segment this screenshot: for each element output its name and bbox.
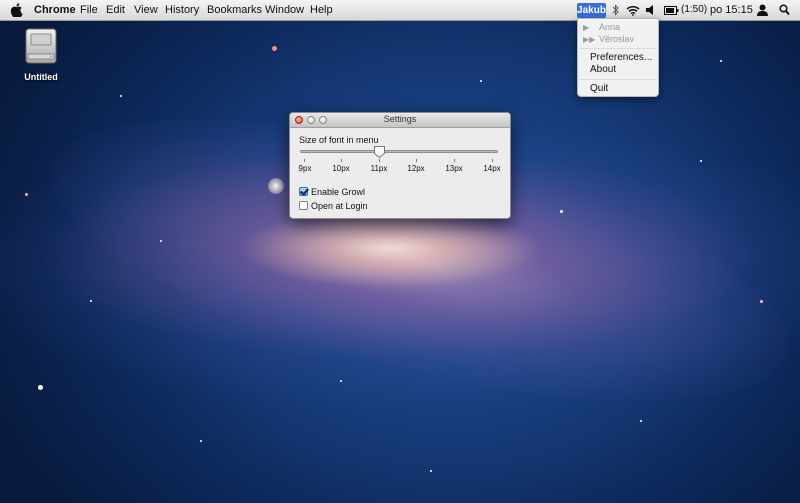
battery-time[interactable]: (1:50) [681, 4, 707, 15]
tick-mark [341, 159, 342, 162]
user-name: Věroslav [599, 34, 635, 44]
user-item-anna: ▶ Anna [583, 22, 620, 32]
menu-bookmarks[interactable]: Bookmarks [207, 4, 262, 16]
tick-mark [304, 159, 305, 162]
font-size-slider-track[interactable] [300, 150, 498, 153]
star [640, 420, 642, 422]
star [340, 380, 342, 382]
menu-history[interactable]: History [165, 4, 199, 16]
menu-file[interactable]: File [80, 4, 98, 16]
menu-bar: Chrome File Edit View History Bookmarks … [0, 0, 800, 21]
tick-mark [492, 159, 493, 162]
preferences-menu-item[interactable]: Preferences... [590, 52, 652, 63]
user-name: Anna [599, 22, 621, 32]
font-size-label: Size of font in menu [299, 135, 379, 145]
spotlight-icon[interactable] [779, 4, 790, 16]
enable-growl-label[interactable]: Enable Growl [311, 187, 365, 197]
quit-menu-item[interactable]: Quit [590, 83, 608, 94]
star [90, 300, 92, 302]
star [200, 440, 202, 442]
play-icon: ▶ [583, 23, 590, 32]
drive-label[interactable]: Untitled [10, 72, 72, 82]
star [120, 95, 122, 97]
star [700, 160, 702, 162]
battery-icon[interactable] [664, 6, 679, 15]
tick-label-11px: 11px [370, 164, 388, 173]
menu-app-name[interactable]: Chrome [34, 4, 76, 16]
menu-help[interactable]: Help [310, 4, 333, 16]
volume-icon[interactable] [646, 5, 655, 15]
tick-label-12px: 12px [407, 164, 425, 173]
star [430, 470, 432, 472]
bluetooth-icon[interactable] [612, 4, 619, 16]
status-dropdown-menu: ▶ Anna ▶▶ Věroslav Preferences... About Qu… [577, 18, 659, 97]
menu-separator [579, 79, 657, 80]
open-at-login-checkbox[interactable] [299, 201, 308, 210]
menu-separator [579, 48, 657, 49]
user-icon[interactable] [757, 4, 768, 16]
star [760, 300, 763, 303]
hard-drive-icon[interactable] [24, 28, 58, 64]
enable-growl-checkbox[interactable] [299, 187, 308, 196]
tick-label-9px: 9px [298, 164, 312, 173]
menu-edit[interactable]: Edit [106, 4, 125, 16]
font-size-slider-thumb[interactable] [374, 146, 386, 158]
user-item-veroslav: ▶▶ Věroslav [583, 34, 634, 44]
desktop-wallpaper [0, 0, 800, 503]
star [480, 80, 482, 82]
tick-label-13px: 13px [445, 164, 463, 173]
window-title: Settings [383, 114, 417, 124]
menu-view[interactable]: View [134, 4, 158, 16]
open-at-login-label[interactable]: Open at Login [311, 201, 368, 211]
tick-mark [454, 159, 455, 162]
star [268, 178, 284, 194]
menu-window[interactable]: Window [265, 4, 304, 16]
settings-window: Settings Size of font in menu 9px 10px 1… [289, 112, 511, 219]
clock[interactable]: po 15:15 [710, 4, 753, 16]
tick-label-10px: 10px [332, 164, 350, 173]
enable-growl-option[interactable]: Enable Growl [299, 187, 365, 197]
star [25, 193, 28, 196]
star [38, 385, 43, 390]
wifi-icon[interactable] [626, 5, 640, 16]
status-user-menu[interactable]: Jakub [577, 3, 606, 18]
open-at-login-option[interactable]: Open at Login [299, 201, 368, 211]
star [560, 210, 563, 213]
tick-label-14px: 14px [483, 164, 501, 173]
window-titlebar[interactable]: Settings [290, 113, 510, 128]
star [272, 46, 277, 51]
star [720, 60, 722, 62]
tick-mark [416, 159, 417, 162]
about-menu-item[interactable]: About [590, 64, 616, 75]
star [160, 240, 162, 242]
tick-mark [379, 159, 380, 162]
apple-icon[interactable] [10, 3, 23, 17]
fast-forward-icon: ▶▶ [583, 35, 596, 44]
